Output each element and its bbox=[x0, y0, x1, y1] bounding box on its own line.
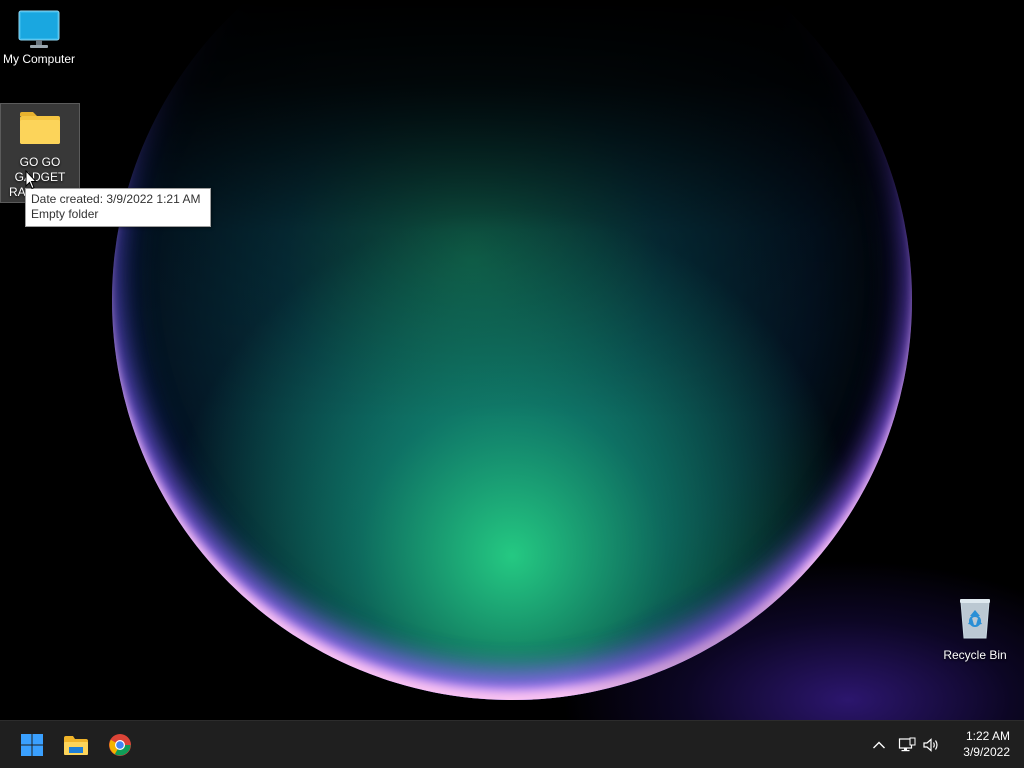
desktop-icon-my-computer[interactable]: My Computer bbox=[0, 8, 78, 76]
desktop-icon-label-line: GADGET bbox=[14, 170, 66, 184]
mouse-cursor-icon bbox=[25, 170, 37, 190]
desktop-icon-label: Recycle Bin bbox=[943, 648, 1007, 662]
desktop-icon-recycle-bin[interactable]: Recycle Bin bbox=[936, 596, 1014, 664]
file-explorer-icon bbox=[64, 736, 88, 755]
tooltip-description: Empty folder bbox=[31, 207, 99, 221]
folder-icon bbox=[20, 112, 60, 144]
volume-icon bbox=[923, 738, 938, 752]
network-icon bbox=[898, 737, 916, 752]
chrome-icon bbox=[109, 734, 131, 756]
clock-time: 1:22 AM bbox=[965, 729, 1010, 743]
start-button[interactable] bbox=[12, 725, 52, 765]
network-button[interactable] bbox=[895, 733, 919, 757]
desktop-wallpaper bbox=[0, 0, 1024, 720]
recycle-bin-icon bbox=[960, 599, 990, 639]
clock-date: 3/9/2022 bbox=[963, 745, 1010, 759]
taskbar-clock[interactable]: 1:22 AM 3/9/2022 bbox=[963, 728, 1010, 760]
show-hidden-icons-button[interactable] bbox=[867, 733, 891, 757]
desktop-icon-label-line: GO GO bbox=[19, 155, 61, 169]
chevron-up-icon bbox=[873, 741, 885, 749]
file-explorer-button[interactable] bbox=[56, 725, 96, 765]
volume-button[interactable] bbox=[919, 733, 943, 757]
taskbar: 1:22 AM 3/9/2022 bbox=[0, 720, 1024, 768]
windows-start-icon bbox=[21, 734, 43, 756]
folder-tooltip: Date created: 3/9/2022 1:21 AM Empty fol… bbox=[25, 188, 211, 227]
tooltip-date-created: Date created: 3/9/2022 1:21 AM bbox=[31, 192, 201, 206]
monitor-icon bbox=[18, 10, 60, 48]
desktop-icon-label: My Computer bbox=[2, 52, 76, 66]
chrome-button[interactable] bbox=[100, 725, 140, 765]
